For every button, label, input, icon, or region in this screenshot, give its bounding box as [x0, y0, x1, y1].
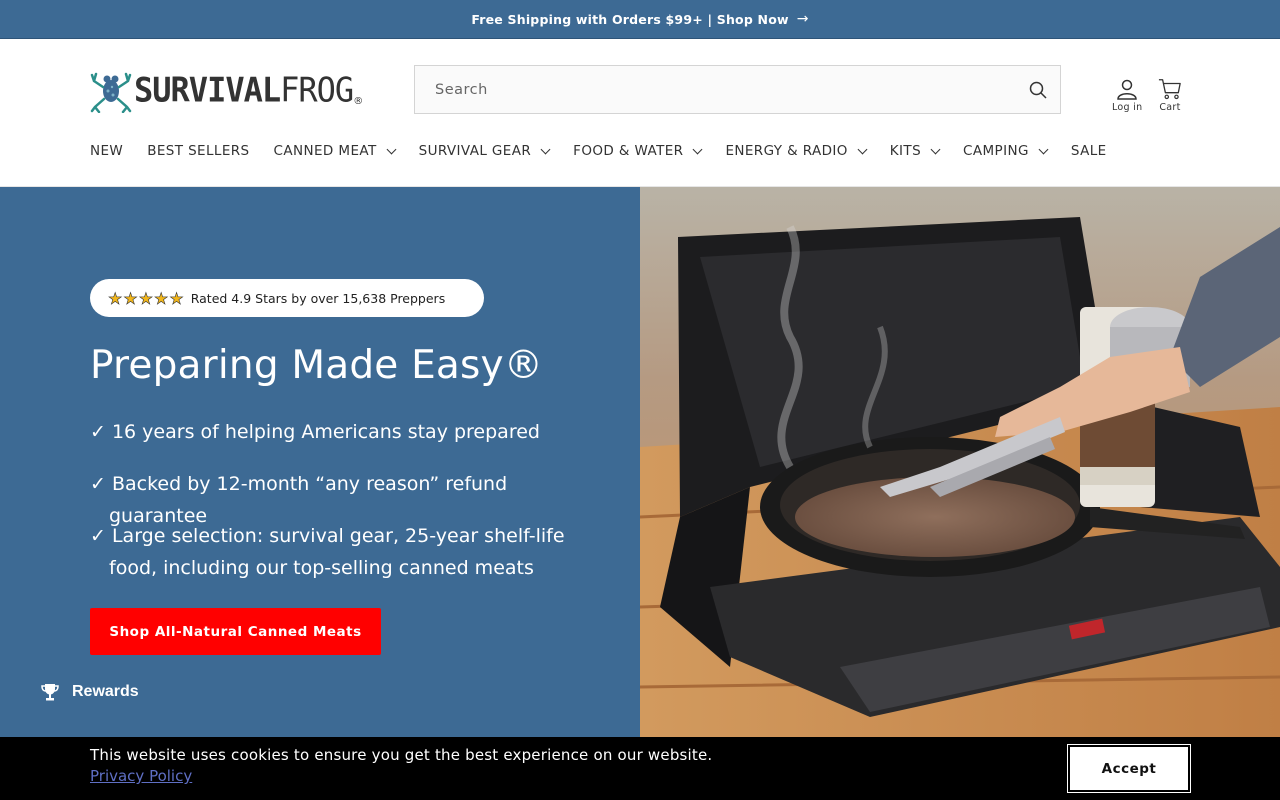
- hero-image: [640, 187, 1280, 737]
- chevron-down-icon: [1038, 144, 1049, 154]
- camp-stove-photo: [640, 187, 1280, 737]
- shop-canned-meats-button[interactable]: Shop All-Natural Canned Meats: [90, 608, 381, 655]
- user-icon: [1117, 79, 1137, 100]
- frog-logo-icon: [90, 72, 132, 113]
- five-stars-icon: ★★★★★: [108, 288, 185, 308]
- hero-banner: ★★★★★ Rated 4.9 Stars by over 15,638 Pre…: [0, 187, 1280, 737]
- rating-pill: ★★★★★ Rated 4.9 Stars by over 15,638 Pre…: [90, 279, 484, 317]
- hero-bullet: ✓ Large selection: survival gear, 25-yea…: [90, 525, 565, 579]
- hero-text-panel: ★★★★★ Rated 4.9 Stars by over 15,638 Pre…: [0, 187, 640, 737]
- nav-item-canned-meat[interactable]: CANNED MEAT: [274, 143, 397, 159]
- cookie-banner: This website uses cookies to ensure you …: [0, 737, 1280, 800]
- chevron-down-icon: [930, 144, 941, 154]
- cart-icon: [1158, 79, 1181, 100]
- announcement-text[interactable]: Free Shipping with Orders $99+ | Shop No…: [471, 12, 788, 27]
- hero-bullet: ✓ 16 years of helping Americans stay pre…: [90, 421, 540, 443]
- cookie-message: This website uses cookies to ensure you …: [90, 746, 713, 764]
- nav-item-best-sellers[interactable]: BEST SELLERS: [147, 143, 249, 159]
- search-bar[interactable]: [414, 65, 1061, 114]
- logo[interactable]: SURVIVALFROG ®: [90, 67, 363, 113]
- login-label: Log in: [1112, 102, 1143, 113]
- search-icon[interactable]: [1016, 81, 1060, 99]
- cart-label: Cart: [1159, 102, 1181, 113]
- chevron-down-icon: [692, 144, 703, 154]
- trophy-icon: [41, 684, 59, 701]
- rating-text: Rated 4.9 Stars by over 15,638 Preppers: [190, 290, 446, 306]
- nav-item-food-water[interactable]: FOOD & WATER: [573, 143, 703, 159]
- login-button[interactable]: Log in: [1112, 77, 1142, 113]
- hero-title: Preparing Made Easy®: [90, 343, 544, 388]
- accept-cookies-button[interactable]: Accept: [1067, 744, 1191, 793]
- chevron-down-icon: [540, 144, 551, 154]
- cart-button[interactable]: Cart: [1158, 77, 1182, 113]
- nav-item-survival-gear[interactable]: SURVIVAL GEAR: [419, 143, 551, 159]
- rewards-label: Rewards: [72, 683, 139, 700]
- nav-item-new[interactable]: NEW: [90, 143, 123, 159]
- nav-item-kits[interactable]: KITS: [890, 143, 941, 159]
- arrow-right-icon: →: [796, 11, 809, 27]
- main-nav: NEW BEST SELLERS CANNED MEAT SURVIVAL GE…: [90, 143, 1131, 159]
- search-input[interactable]: [435, 81, 1016, 98]
- nav-item-camping[interactable]: CAMPING: [963, 143, 1049, 159]
- logo-wordmark: SURVIVALFROG: [134, 70, 354, 110]
- privacy-policy-link[interactable]: Privacy Policy: [90, 767, 192, 785]
- announcement-bar[interactable]: Free Shipping with Orders $99+ | Shop No…: [0, 0, 1280, 39]
- site-header: SURVIVALFROG ® Log in Cart NEW BEST SELL…: [0, 39, 1280, 187]
- chevron-down-icon: [386, 144, 397, 154]
- registered-mark: ®: [353, 96, 364, 107]
- nav-item-energy-radio[interactable]: ENERGY & RADIO: [725, 143, 868, 159]
- chevron-down-icon: [857, 144, 868, 154]
- rewards-launcher[interactable]: Rewards: [40, 682, 139, 702]
- nav-item-sale[interactable]: SALE: [1071, 143, 1107, 159]
